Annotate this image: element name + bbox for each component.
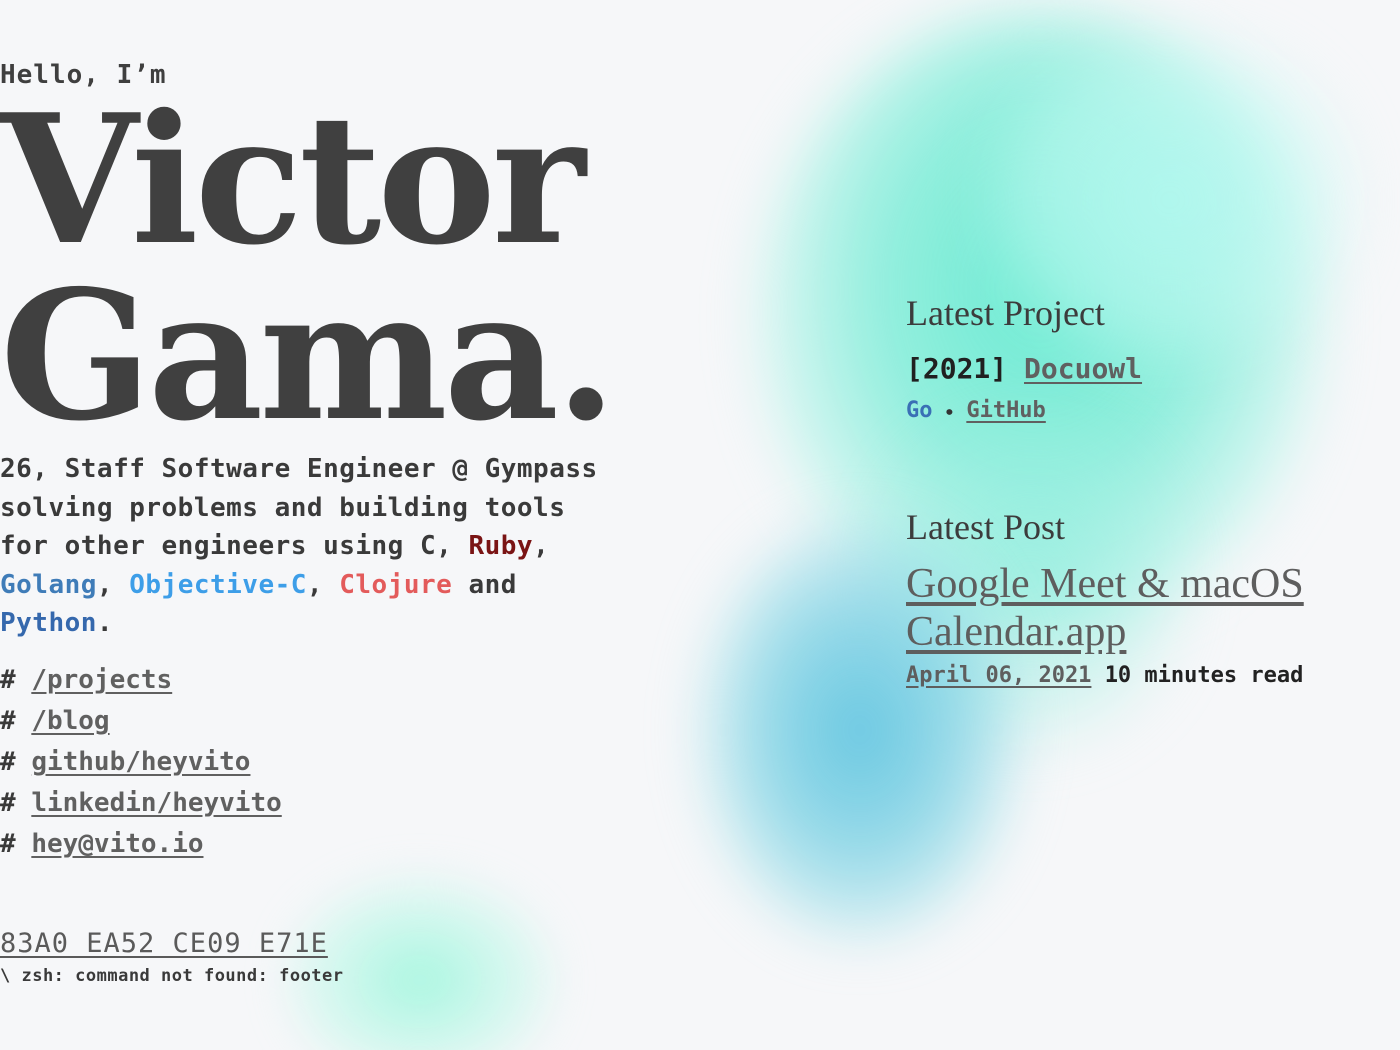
pgp-key-link[interactable]: 83A0 EA52 CE09 E71E bbox=[0, 928, 328, 959]
background-gradient-blob bbox=[290, 880, 550, 1050]
latest-post-heading: Latest Post bbox=[906, 507, 1065, 547]
nav-links: # /projects # /blog # github/heyvito # l… bbox=[0, 660, 282, 865]
page-title: Victor Gama. bbox=[0, 75, 617, 460]
bio-separator: and bbox=[452, 569, 517, 600]
footer-note: \ zsh: command not found: footer bbox=[0, 966, 344, 986]
bio-separator: , bbox=[533, 531, 550, 561]
lang-golang: Golang bbox=[0, 569, 97, 600]
first-name: Victor bbox=[0, 75, 586, 284]
latest-project: [2021] Docuowl bbox=[906, 352, 1142, 385]
post-meta: April 06, 2021 10 minutes read bbox=[906, 663, 1303, 688]
post-title-link[interactable]: Google Meet & macOS Calendar.app bbox=[906, 560, 1366, 656]
bio-separator: , bbox=[96, 569, 130, 600]
project-github-link[interactable]: GitHub bbox=[966, 398, 1045, 423]
projects-link[interactable]: /projects bbox=[31, 665, 172, 695]
project-year: [2021] bbox=[906, 352, 1008, 385]
latest-project-heading: Latest Project bbox=[906, 293, 1105, 333]
link-prefix: # bbox=[0, 665, 16, 695]
nav-link-item: # /blog bbox=[0, 701, 282, 742]
bio: 26, Staff Software Engineer @ Gympass so… bbox=[0, 450, 610, 643]
nav-link-item: # linkedin/heyvito bbox=[0, 783, 282, 824]
link-prefix: # bbox=[0, 788, 16, 818]
project-language: Go bbox=[906, 398, 933, 423]
blog-link[interactable]: /blog bbox=[31, 706, 109, 736]
post-date-link[interactable]: April 06, 2021 bbox=[906, 663, 1091, 688]
bio-description: solving problems and building tools for … bbox=[0, 489, 610, 643]
separator-dot: 🞄 bbox=[945, 398, 954, 423]
nav-link-item: # github/heyvito bbox=[0, 742, 282, 783]
lang-ruby: Ruby bbox=[468, 531, 534, 561]
nav-link-item: # /projects bbox=[0, 660, 282, 701]
bio-role: 26, Staff Software Engineer @ Gympass bbox=[0, 454, 598, 484]
project-meta: Go 🞄 GitHub bbox=[906, 398, 1046, 423]
bio-separator: , bbox=[306, 569, 340, 600]
lang-objective-c: Objective-C bbox=[129, 569, 307, 600]
nav-link-item: # hey@vito.io bbox=[0, 824, 282, 865]
link-prefix: # bbox=[0, 747, 16, 777]
link-prefix: # bbox=[0, 829, 16, 859]
project-link[interactable]: Docuowl bbox=[1024, 352, 1142, 385]
last-name: Gama. bbox=[0, 251, 617, 460]
lang-clojure: Clojure bbox=[339, 569, 453, 600]
github-link[interactable]: github/heyvito bbox=[31, 747, 250, 777]
lang-python: Python bbox=[0, 608, 97, 638]
bio-separator: . bbox=[96, 608, 114, 638]
linkedin-link[interactable]: linkedin/heyvito bbox=[31, 788, 281, 818]
link-prefix: # bbox=[0, 706, 16, 736]
post-read-time: 10 minutes read bbox=[1104, 663, 1304, 688]
email-link[interactable]: hey@vito.io bbox=[31, 829, 203, 859]
